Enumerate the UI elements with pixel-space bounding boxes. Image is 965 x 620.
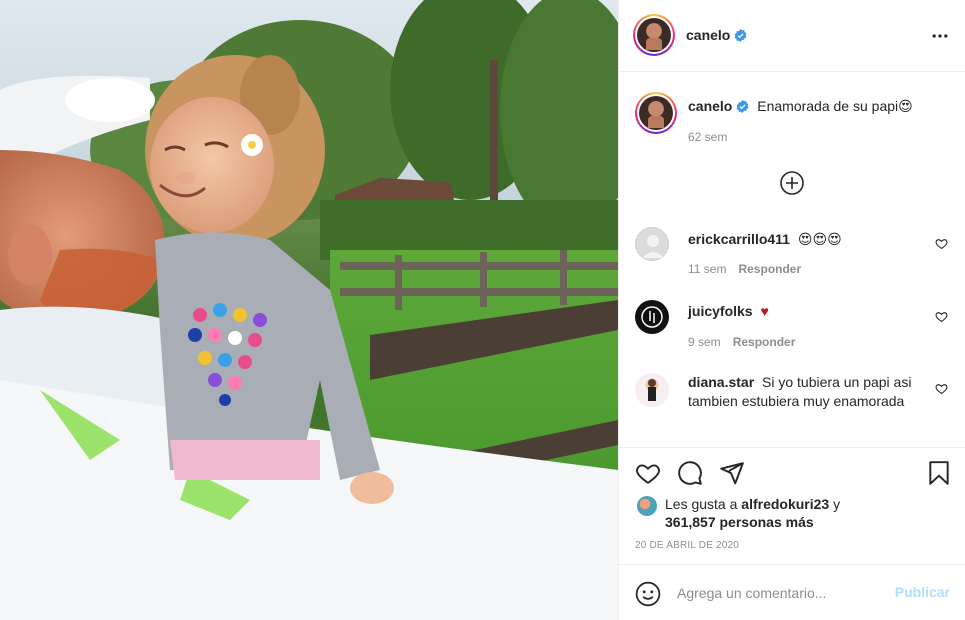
comment-like-heart-icon[interactable]: [935, 382, 948, 395]
comment-item: diana.star Si yo tubiera un papi asi tam…: [635, 373, 950, 439]
comment-username[interactable]: diana.star: [688, 374, 754, 390]
comment-like-heart-icon[interactable]: [935, 237, 948, 250]
caption-time[interactable]: 62 sem: [688, 130, 727, 144]
comment-username[interactable]: erickcarrillo411: [688, 231, 790, 247]
verified-badge-icon: [736, 100, 749, 113]
comment-text: 😍😍😍: [797, 231, 842, 247]
comment-time[interactable]: 11 sem: [688, 262, 726, 276]
comment-like-heart-icon[interactable]: [935, 310, 948, 323]
comment-text: ♥: [760, 303, 769, 319]
post-photo-illustration: [0, 0, 618, 620]
caption-username[interactable]: canelo: [688, 98, 732, 114]
likes-prefix: Les gusta a: [665, 496, 738, 512]
comment-avatar[interactable]: [635, 227, 669, 261]
comment-item: juicyfolks ♥ 9 sem Responder: [635, 300, 950, 360]
post-header: canelo: [619, 0, 965, 72]
caption-body: Enamorada de su papi😍: [757, 98, 913, 114]
caption-avatar[interactable]: [635, 92, 677, 134]
juicyfolks-logo-icon: [641, 306, 663, 328]
reply-button[interactable]: Responder: [738, 262, 801, 276]
bookmark-icon[interactable]: [926, 460, 952, 486]
likes-line: Les gusta a alfredokuri23 y: [665, 496, 840, 512]
header-username[interactable]: canelo: [686, 27, 730, 43]
emoji-icon[interactable]: [635, 581, 661, 607]
verified-badge-icon: [734, 29, 747, 42]
publish-button[interactable]: Publicar: [895, 584, 950, 600]
liker-avatar[interactable]: [637, 496, 657, 516]
comment-avatar[interactable]: [635, 373, 669, 407]
share-icon[interactable]: [719, 460, 745, 486]
comment-body: juicyfolks ♥: [688, 302, 918, 321]
likes-others[interactable]: 361,857 personas más: [665, 514, 814, 530]
comment-avatar[interactable]: [635, 300, 669, 334]
post-photo[interactable]: [0, 0, 618, 620]
liker-username[interactable]: alfredokuri23: [741, 496, 829, 512]
header-author: canelo: [686, 27, 747, 45]
comment-icon[interactable]: [677, 460, 703, 486]
comment-time[interactable]: 9 sem: [688, 335, 721, 349]
comment-username[interactable]: juicyfolks: [688, 303, 753, 319]
reply-button[interactable]: Responder: [733, 335, 796, 349]
comment-meta: 11 sem Responder: [688, 262, 813, 276]
comment-body: erickcarrillo411 😍😍😍: [688, 230, 918, 249]
comment-item: erickcarrillo411 😍😍😍 11 sem Responder: [635, 227, 950, 287]
comment-input[interactable]: [677, 581, 887, 605]
post-side-panel: canelo canelo Enamorada de su papi😍 62 s…: [618, 0, 965, 620]
likes-suffix: y: [833, 496, 841, 512]
load-more-comments-icon[interactable]: [779, 170, 805, 196]
add-comment-bar: Publicar: [619, 564, 965, 620]
default-avatar-icon: [642, 235, 664, 258]
more-horizontal-icon[interactable]: [930, 26, 950, 46]
comment-body: diana.star Si yo tubiera un papi asi tam…: [688, 373, 918, 411]
caption-text-row: canelo Enamorada de su papi😍: [688, 98, 913, 115]
author-avatar[interactable]: [633, 14, 675, 56]
post-actions-bar: [619, 447, 965, 497]
diana-avatar-figure: [648, 379, 656, 401]
comment-meta: 9 sem Responder: [688, 335, 807, 349]
heart-icon[interactable]: [635, 460, 661, 486]
post-date[interactable]: 20 DE ABRIL DE 2020: [635, 540, 739, 551]
